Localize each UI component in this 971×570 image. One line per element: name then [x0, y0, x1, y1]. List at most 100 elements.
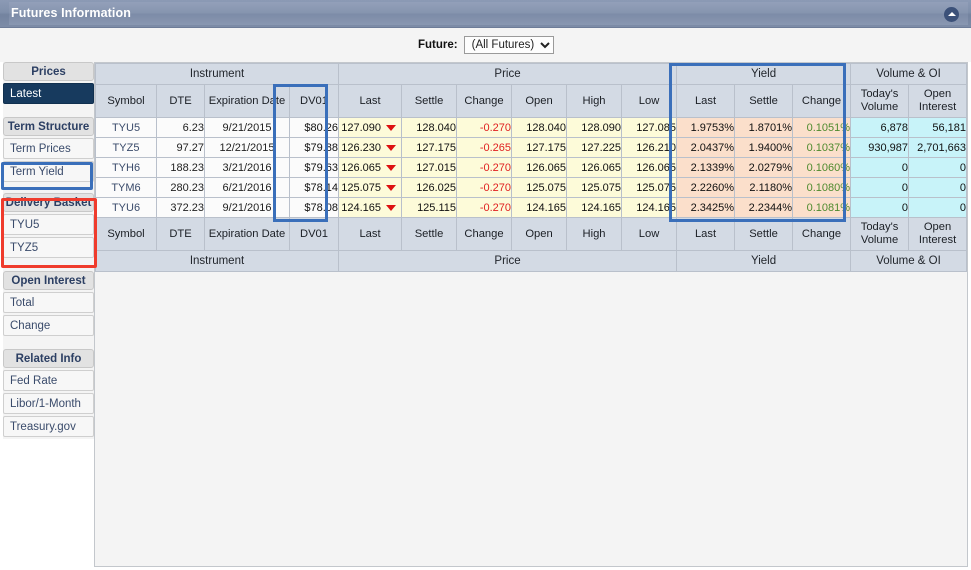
column-header-high[interactable]: High [566, 84, 623, 118]
table-row[interactable]: TYU5 6.23 9/21/2015 $80.26 127.090 128.040 -0.… [95, 117, 967, 138]
sidebar-item-term-prices[interactable]: Term Prices [3, 138, 94, 159]
arrow-down-icon [386, 205, 397, 211]
arrow-down-icon [386, 125, 397, 131]
sidebar-item-term-yield[interactable]: Term Yield [3, 161, 94, 182]
column-header-settle[interactable]: Settle [401, 217, 458, 251]
column-header-symbol[interactable]: Symbol [95, 84, 157, 118]
cell-volume: 930,987 [850, 137, 910, 158]
cell-yield-settle: 2.2344% [734, 197, 794, 218]
column-header-low[interactable]: Low [621, 84, 678, 118]
column-header-change[interactable]: Change [792, 217, 852, 251]
cell-dte: 280.23 [156, 177, 205, 198]
column-header-last[interactable]: Last [338, 84, 403, 118]
column-header-settle[interactable]: Settle [734, 217, 794, 251]
sidebar-item-fed-rate[interactable]: Fed Rate [3, 370, 94, 391]
table-row[interactable]: TYZ5 97.27 12/21/2015 $79.88 126.230 127.175-… [95, 137, 967, 158]
cell-high: 124.165 [566, 197, 623, 218]
column-header-last[interactable]: Last [338, 217, 403, 251]
cell-yield-last: 2.3425% [676, 197, 736, 218]
cell-price-settle: 127.015 [401, 157, 458, 178]
cell-yield-change: 0.1037% [792, 137, 852, 158]
cell-open-interest: 0 [908, 157, 967, 178]
cell-low: 125.075 [621, 177, 678, 198]
cell-price-change: -0.270 [456, 117, 513, 138]
sidebar-item-libor-1-month[interactable]: Libor/1-Month [3, 393, 94, 414]
cell-price-settle: 126.025 [401, 177, 458, 198]
column-header-settle[interactable]: Settle [734, 84, 794, 118]
table-body: TYU5 6.23 9/21/2015 $80.26 127.090 128.040 -0.… [95, 117, 967, 218]
column-header-today-s-volume[interactable]: Today's Volume [850, 217, 910, 251]
sidebar-item-latest[interactable]: Latest [3, 83, 94, 104]
cell-yield-last: 2.1339% [676, 157, 736, 178]
column-header-open[interactable]: Open [511, 217, 568, 251]
sidebar-item-tyu5[interactable]: TYU5 [3, 214, 94, 235]
group-footer-volume-oi: Volume & OI [850, 250, 967, 272]
cell-symbol: TYZ5 [95, 137, 157, 158]
cell-dv01: $79.63 [288, 157, 340, 178]
chevron-up-icon[interactable] [944, 7, 959, 22]
column-header-low[interactable]: Low [621, 217, 678, 251]
column-header-open-interest[interactable]: Open Interest [908, 84, 967, 118]
future-select[interactable]: (All Futures)TYU5TYZ5TYH6TYM6TYU6 [463, 36, 554, 54]
future-filter-group: Future: (All Futures)TYU5TYZ5TYH6TYM6TYU… [418, 36, 554, 54]
sidebar: Prices Latest Term Structure Term Prices Ter… [3, 62, 94, 439]
table-row[interactable]: TYH6 188.23 3/21/2016 $79.63 126.065 127.015-… [95, 157, 967, 178]
column-header-dte[interactable]: DTE [156, 217, 205, 251]
cell-yield-change: 0.1081% [792, 197, 852, 218]
cell-price-change: -0.270 [456, 177, 513, 198]
cell-expiration: 3/21/2016 [204, 157, 290, 178]
cell-price-last: 127.090 [338, 117, 403, 138]
column-header-dte[interactable]: DTE [156, 84, 205, 118]
column-header-change[interactable]: Change [456, 84, 513, 118]
column-header-today-s-volume[interactable]: Today's Volume [850, 84, 910, 118]
cell-price-last: 124.165 [338, 197, 403, 218]
column-header-symbol[interactable]: Symbol [95, 217, 157, 251]
cell-yield-last: 2.0437% [676, 137, 736, 158]
cell-price-last: 126.065 [338, 157, 403, 178]
cell-yield-change: 0.1080% [792, 177, 852, 198]
table-row[interactable]: TYU6 372.23 9/21/2016 $78.08 124.165 125.115-… [95, 197, 967, 218]
column-header-last[interactable]: Last [676, 217, 736, 251]
column-header-open-interest[interactable]: Open Interest [908, 217, 967, 251]
cell-expiration: 6/21/2016 [204, 177, 290, 198]
sidebar-section-heading: Related Info [3, 349, 94, 368]
sidebar-section-heading: Delivery Basket [3, 193, 94, 212]
cell-symbol: TYM6 [95, 177, 157, 198]
column-header-expiration-date[interactable]: Expiration Date [204, 217, 290, 251]
sidebar-item-total[interactable]: Total [3, 292, 94, 313]
cell-volume: 0 [850, 177, 910, 198]
sidebar-section-heading: Prices [3, 62, 94, 81]
column-header-settle[interactable]: Settle [401, 84, 458, 118]
cell-price-change: -0.270 [456, 157, 513, 178]
column-header-last[interactable]: Last [676, 84, 736, 118]
group-header-row-bottom: Instrument Price Yield Volume & OI [95, 250, 967, 272]
column-header-open[interactable]: Open [511, 84, 568, 118]
cell-low: 126.210 [621, 137, 678, 158]
futures-table: Instrument Price Yield Volume & OI Symbo… [95, 63, 967, 272]
column-header-change[interactable]: Change [456, 217, 513, 251]
sidebar-item-treasury-gov[interactable]: Treasury.gov [3, 416, 94, 437]
cell-volume: 6,878 [850, 117, 910, 138]
cell-high: 126.065 [566, 157, 623, 178]
column-header-high[interactable]: High [566, 217, 623, 251]
column-header-dv01[interactable]: DV01 [288, 84, 340, 118]
column-header-dv01[interactable]: DV01 [288, 217, 340, 251]
column-header-change[interactable]: Change [792, 84, 852, 118]
cell-open-interest: 0 [908, 177, 967, 198]
sidebar-item-change[interactable]: Change [3, 315, 94, 336]
column-header-row-bottom: Symbol DTE Expiration Date DV01 Last Settle Ch… [95, 217, 967, 251]
table-row[interactable]: TYM6 280.23 6/21/2016 $78.14 125.075 126.025-… [95, 177, 967, 198]
cell-dv01: $78.08 [288, 197, 340, 218]
cell-price-settle: 128.040 [401, 117, 458, 138]
group-header-yield: Yield [676, 63, 852, 85]
cell-price-last: 126.230 [338, 137, 403, 158]
cell-open: 128.040 [511, 117, 568, 138]
sidebar-item-tyz5[interactable]: TYZ5 [3, 237, 94, 258]
cell-yield-change: 0.1060% [792, 157, 852, 178]
table-head: Instrument Price Yield Volume & OI Symbo… [95, 63, 967, 118]
column-header-expiration-date[interactable]: Expiration Date [204, 84, 290, 118]
cell-open-interest: 56,181 [908, 117, 967, 138]
cell-open-interest: 2,701,663 [908, 137, 967, 158]
